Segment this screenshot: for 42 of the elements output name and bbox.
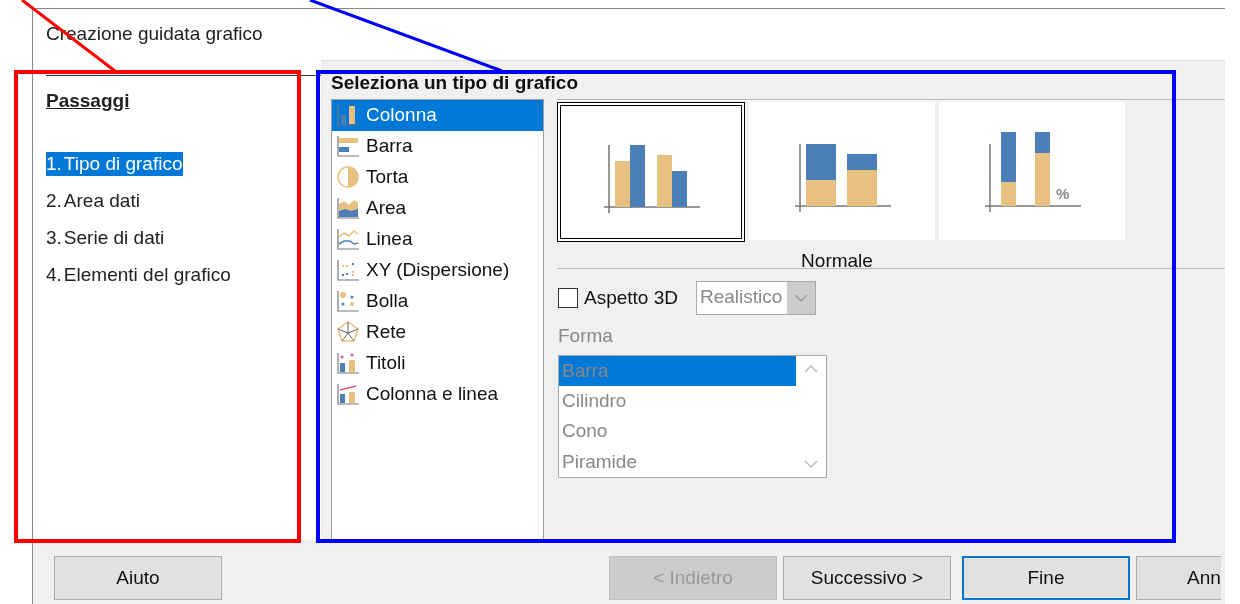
step-item[interactable]: 3.Serie di dati [46,225,165,250]
bubble-chart-icon [336,289,360,314]
variant-caption: Normale [801,249,873,272]
chart-type-item[interactable]: Torta [332,161,543,193]
chart-type-item[interactable]: Colonna [332,99,543,131]
step-item[interactable]: 2.Area dati [46,188,140,213]
steps-heading: Passaggi [46,89,130,112]
chart-type-item[interactable]: Titoli [332,347,543,379]
dialog-button[interactable]: Ann [1136,556,1221,601]
chart-bar [630,144,645,207]
chart-type-item[interactable]: Area [332,192,543,224]
column-line-chart-icon [336,382,360,407]
chart-type-item[interactable]: Linea [332,223,543,255]
chart-type-item[interactable]: Bolla [332,285,543,317]
radar-chart-icon [336,320,360,345]
stock-chart-icon [336,351,360,376]
checkbox[interactable] [558,287,578,308]
column-chart-icon [336,103,360,128]
area-chart-icon [336,196,360,221]
shape-label: Forma [558,324,613,347]
step-item[interactable]: 4.Elementi del grafico [46,262,231,287]
chart-bar [806,179,836,206]
dialog-button[interactable]: Fine [962,556,1130,601]
bar-chart-icon [336,134,360,159]
dialog-button[interactable]: Aiuto [54,556,222,601]
step-item[interactable]: 1.Tipo di grafico [46,151,183,176]
line-chart-icon [336,227,360,252]
chart-type-item[interactable]: Barra [332,130,543,162]
pie-chart-icon [336,165,360,190]
section-heading: Seleziona un tipo di grafico [331,71,580,95]
chart-type-item[interactable]: Rete [332,316,543,348]
chart-variant-option[interactable] [557,101,745,242]
chart-bar [806,143,836,180]
scatter-chart-icon [336,258,360,283]
dialog-button[interactable]: Successivo > [783,556,951,601]
chart-type-item[interactable]: XY (Dispersione) [332,254,543,286]
percent-label: % [1056,184,1070,202]
chart-bar [615,160,630,207]
checkbox-label[interactable]: Aspetto 3D [584,286,678,309]
chart-variant-option[interactable]: % [939,101,1125,240]
chart-type-item[interactable]: Colonna e linea [332,378,543,410]
chevron-down-icon [794,292,808,303]
